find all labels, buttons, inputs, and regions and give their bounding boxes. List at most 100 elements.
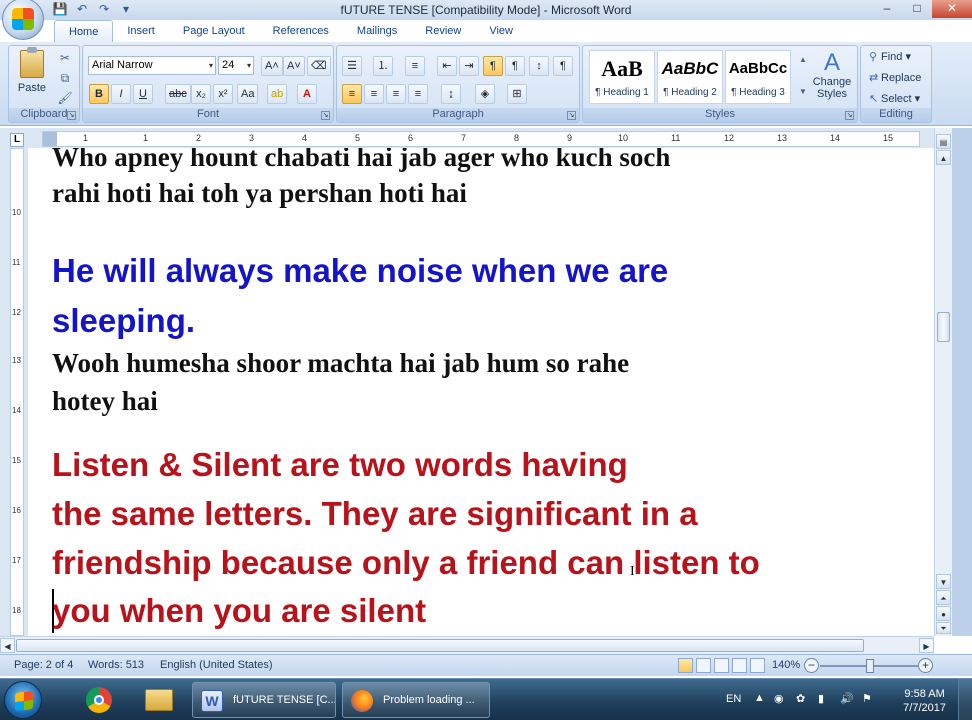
language-bar[interactable]: EN bbox=[726, 693, 741, 705]
tab-references[interactable]: References bbox=[259, 20, 343, 42]
tab-selector-button[interactable]: L bbox=[10, 133, 24, 147]
zoom-slider-thumb[interactable] bbox=[866, 659, 874, 673]
ruler-toggle-icon[interactable]: ▤ bbox=[936, 134, 951, 149]
volume-icon[interactable]: 🔊 bbox=[840, 692, 854, 705]
scroll-right-icon[interactable]: ▶ bbox=[919, 638, 934, 653]
bold-button[interactable]: B bbox=[89, 84, 109, 104]
show-hidden-icons-icon[interactable]: ▲ bbox=[754, 692, 765, 704]
align-center-icon[interactable]: ≡ bbox=[364, 84, 384, 104]
highlight-icon[interactable]: ab bbox=[267, 84, 288, 104]
scroll-down-icon[interactable]: ▼ bbox=[936, 574, 951, 589]
outline-view-icon[interactable] bbox=[732, 658, 747, 673]
network-icon[interactable]: ▮ bbox=[818, 692, 824, 705]
scroll-thumb[interactable] bbox=[937, 312, 950, 342]
web-layout-view-icon[interactable] bbox=[714, 658, 729, 673]
tab-page-layout[interactable]: Page Layout bbox=[169, 20, 259, 42]
font-launcher-icon[interactable]: ↘ bbox=[321, 111, 330, 120]
style-heading-3[interactable]: AaBbCc ¶ Heading 3 bbox=[725, 50, 791, 104]
cut-icon[interactable]: ✂ bbox=[57, 50, 73, 66]
tab-insert[interactable]: Insert bbox=[113, 20, 169, 42]
align-right-icon[interactable]: ≡ bbox=[386, 84, 406, 104]
style-heading-1[interactable]: AaB ¶ Heading 1 bbox=[589, 50, 655, 104]
full-screen-view-icon[interactable] bbox=[696, 658, 711, 673]
numbering-icon[interactable]: ⒈ bbox=[373, 56, 393, 76]
clear-format-icon[interactable]: ⌫ bbox=[307, 56, 331, 76]
format-painter-icon[interactable]: 🖌 bbox=[57, 90, 73, 106]
select-button[interactable]: ↖ Select ▾ bbox=[869, 92, 920, 105]
line-spacing-icon[interactable]: ↨ bbox=[441, 84, 461, 104]
font-size-combo[interactable]: 24 ▾ bbox=[218, 56, 254, 75]
paragraph-launcher-icon[interactable]: ↘ bbox=[567, 111, 576, 120]
zoom-level[interactable]: 140% bbox=[772, 659, 800, 671]
shrink-font-button[interactable]: A˅ bbox=[283, 56, 305, 76]
strikethrough-button[interactable]: abc bbox=[165, 84, 191, 104]
font-name-combo[interactable]: Arial Narrow ▾ bbox=[88, 56, 216, 75]
vertical-scrollbar[interactable]: ▤ ▲ ▼ ⏶ ● ⏷ bbox=[934, 128, 952, 636]
start-button[interactable] bbox=[4, 681, 42, 719]
maximize-button[interactable]: □ bbox=[902, 0, 932, 18]
taskbar-firefox-task[interactable]: Problem loading ... bbox=[342, 682, 490, 718]
rtl-icon[interactable]: ¶ bbox=[505, 56, 525, 76]
hscroll-thumb[interactable] bbox=[16, 639, 864, 652]
draft-view-icon[interactable] bbox=[750, 658, 765, 673]
tab-review[interactable]: Review bbox=[411, 20, 475, 42]
increase-indent-icon[interactable]: ⇥ bbox=[459, 56, 479, 76]
ruler-bar[interactable]: 1 1 2 3 4 5 6 7 8 9 10 11 12 13 14 15 bbox=[42, 131, 920, 147]
tray-app-icon[interactable]: ✿ bbox=[796, 692, 805, 705]
styles-launcher-icon[interactable]: ↘ bbox=[845, 111, 854, 120]
chrome-pinned[interactable] bbox=[74, 682, 124, 718]
page-count[interactable]: Page: 2 of 4 bbox=[14, 659, 73, 671]
scroll-left-icon[interactable]: ◀ bbox=[0, 638, 15, 653]
find-button[interactable]: ⚲ Find ▾ bbox=[869, 50, 911, 63]
sort-icon[interactable]: ↕ bbox=[529, 56, 549, 76]
paste-button[interactable]: Paste bbox=[15, 47, 49, 106]
word-count[interactable]: Words: 513 bbox=[88, 659, 144, 671]
taskbar-word-task[interactable]: W fUTURE TENSE [C... bbox=[192, 682, 336, 718]
italic-button[interactable]: I bbox=[111, 84, 131, 104]
show-desktop-button[interactable] bbox=[958, 679, 972, 720]
replace-button[interactable]: ⇄ Replace bbox=[869, 71, 921, 84]
record-icon[interactable]: ◉ bbox=[774, 692, 784, 705]
grow-font-button[interactable]: A˄ bbox=[261, 56, 283, 76]
scroll-up-icon[interactable]: ▲ bbox=[936, 150, 951, 165]
prev-page-icon[interactable]: ⏶ bbox=[936, 590, 951, 605]
doc-line: the same letters. They are significant i… bbox=[52, 495, 698, 532]
tab-home[interactable]: Home bbox=[54, 20, 114, 42]
tab-mailings[interactable]: Mailings bbox=[343, 20, 411, 42]
office-button[interactable] bbox=[2, 0, 44, 40]
ruler-number: 4 bbox=[302, 133, 308, 143]
action-center-flag-icon[interactable]: ⚑ bbox=[862, 692, 872, 705]
show-marks-icon[interactable]: ¶ bbox=[553, 56, 573, 76]
language-indicator[interactable]: English (United States) bbox=[160, 659, 273, 671]
decrease-indent-icon[interactable]: ⇤ bbox=[437, 56, 457, 76]
justify-icon[interactable]: ≡ bbox=[408, 84, 428, 104]
close-button[interactable]: ✕ bbox=[932, 0, 972, 18]
next-page-icon[interactable]: ⏷ bbox=[936, 622, 951, 634]
zoom-out-icon[interactable]: − bbox=[804, 658, 819, 673]
horizontal-scrollbar[interactable]: ◀ ▶ bbox=[0, 636, 934, 654]
tab-view[interactable]: View bbox=[475, 20, 527, 42]
change-styles-button[interactable]: A Change Styles bbox=[809, 50, 855, 101]
font-color-icon[interactable]: A bbox=[297, 84, 317, 104]
superscript-button[interactable]: x² bbox=[213, 84, 233, 104]
change-case-button[interactable]: Aa bbox=[237, 84, 259, 104]
clock[interactable]: 9:58 AM 7/7/2017 bbox=[903, 687, 946, 715]
print-layout-view-icon[interactable] bbox=[678, 658, 693, 673]
ltr-icon[interactable]: ¶ bbox=[483, 56, 503, 76]
taskbar: W fUTURE TENSE [C... Problem loading ...… bbox=[0, 678, 972, 720]
zoom-in-icon[interactable]: + bbox=[918, 658, 933, 673]
browse-object-icon[interactable]: ● bbox=[936, 606, 951, 621]
bullets-icon[interactable]: ☰ bbox=[342, 56, 362, 76]
subscript-button[interactable]: x₂ bbox=[191, 84, 211, 104]
explorer-pinned[interactable] bbox=[134, 682, 184, 718]
multilevel-list-icon[interactable]: ≡ bbox=[405, 56, 425, 76]
minimize-button[interactable]: – bbox=[872, 0, 902, 18]
style-heading-2[interactable]: AaBbC ¶ Heading 2 bbox=[657, 50, 723, 104]
borders-icon[interactable]: ⊞ bbox=[507, 84, 527, 104]
copy-icon[interactable]: ⧉ bbox=[57, 70, 73, 86]
underline-button[interactable]: U bbox=[133, 84, 153, 104]
align-left-icon[interactable]: ≡ bbox=[342, 84, 362, 104]
document-page[interactable]: Who apney hount chabati hai jab ager who… bbox=[28, 148, 934, 636]
clipboard-launcher-icon[interactable]: ↘ bbox=[67, 111, 76, 120]
shading-icon[interactable]: ◈ bbox=[475, 84, 495, 104]
